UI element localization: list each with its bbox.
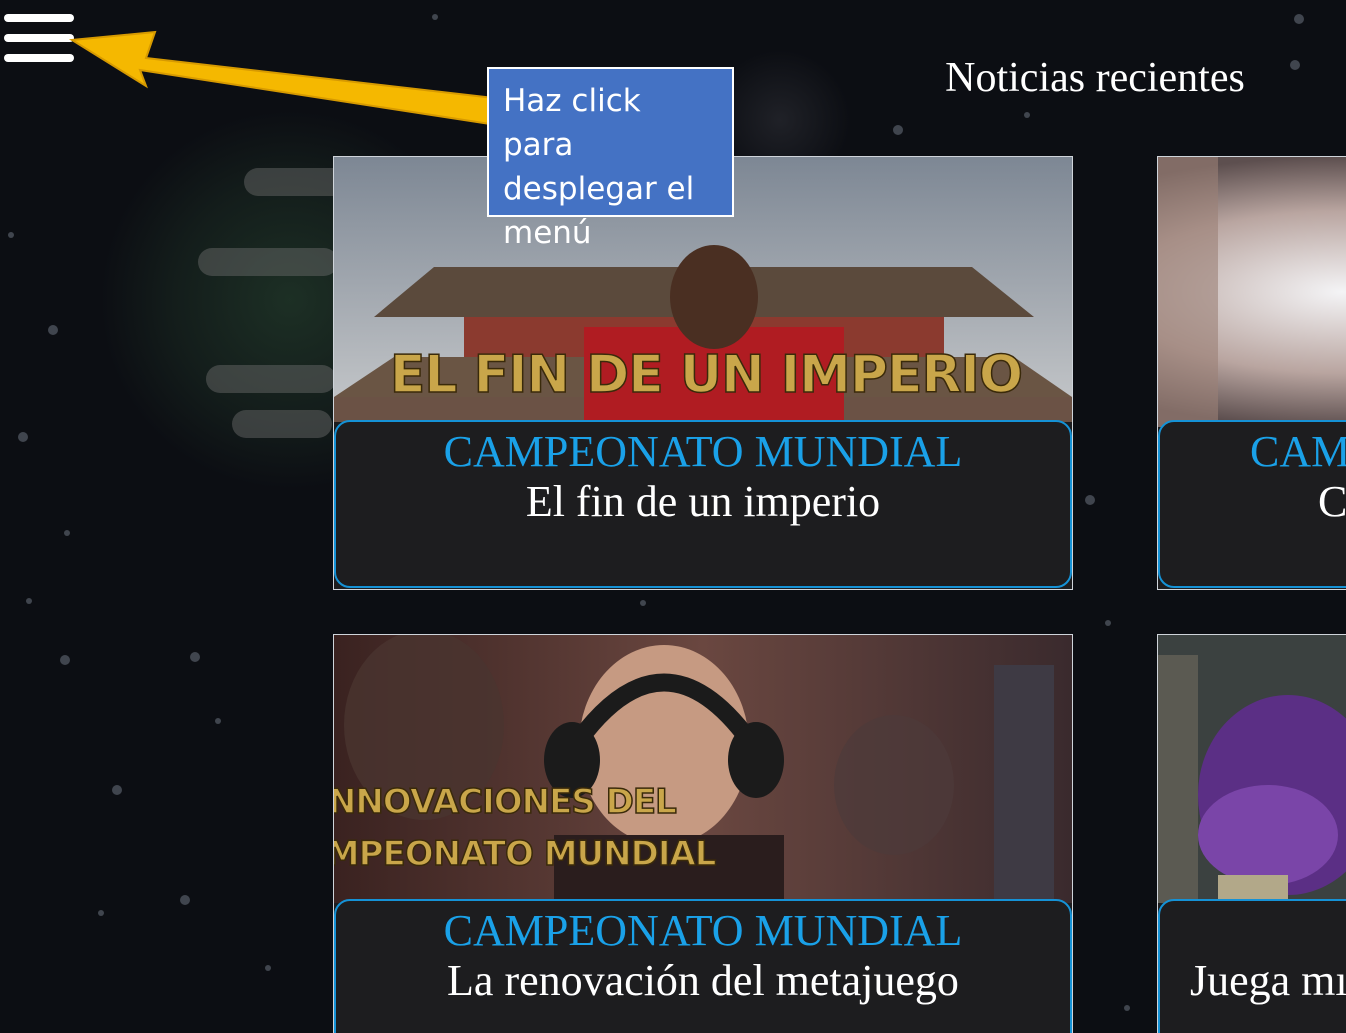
news-card-category: CAMPEONATO MUNDIAL xyxy=(443,427,963,476)
news-card-caption: CAMPEONATO MUNDIAL La renovación del met… xyxy=(334,899,1072,1033)
news-card-headline[interactable]: C xyxy=(1250,476,1346,528)
news-card-category: CAM xyxy=(1250,427,1346,476)
news-card[interactable]: INNOVACIONES DEL CAMPEONATO MUNDIAL CAMP… xyxy=(333,634,1073,1033)
news-card-caption: CAM C xyxy=(1158,420,1346,588)
news-card[interactable]: EL FIN DE UN IMPERIO CAMPEONATO MUNDIAL … xyxy=(333,156,1073,590)
news-card-headline[interactable]: El fin de un imperio xyxy=(336,476,1070,528)
news-card-caption: Juega mı xyxy=(1158,899,1346,1033)
news-card-image: INNOVACIONES DEL CAMPEONATO MUNDIAL xyxy=(334,635,1072,903)
page-title: Noticias recientes xyxy=(945,55,1245,101)
menu-bar xyxy=(4,14,74,22)
news-card-headline[interactable]: Juega mı xyxy=(1190,955,1346,1007)
news-page: Noticias recientes EL FIN DE UN IMPERIO … xyxy=(0,0,1346,1033)
card-image-title: EL FIN DE UN IMPERIO xyxy=(390,345,1022,405)
news-card-image xyxy=(1158,157,1346,427)
news-card-headline[interactable]: La renovación del metajuego xyxy=(336,955,1070,1007)
menu-bar xyxy=(4,54,74,62)
news-card[interactable]: CAM C xyxy=(1157,156,1346,590)
card-image-title-line1: INNOVACIONES DEL xyxy=(334,782,676,822)
news-card-caption: CAMPEONATO MUNDIAL El fin de un imperio xyxy=(334,420,1072,588)
news-card-image xyxy=(1158,635,1346,903)
planet-decoration xyxy=(198,248,338,276)
menu-bar xyxy=(4,34,74,42)
hamburger-menu-icon[interactable] xyxy=(4,14,76,66)
planet-decoration xyxy=(206,365,336,393)
news-card-category xyxy=(1190,907,1346,955)
help-callout: Haz click para desplegar el menú xyxy=(487,67,734,251)
planet-decoration xyxy=(232,410,332,438)
news-card-category: CAMPEONATO MUNDIAL xyxy=(443,906,963,955)
card-image-title-line2: CAMPEONATO MUNDIAL xyxy=(334,834,716,874)
news-card[interactable]: Juega mı xyxy=(1157,634,1346,1033)
